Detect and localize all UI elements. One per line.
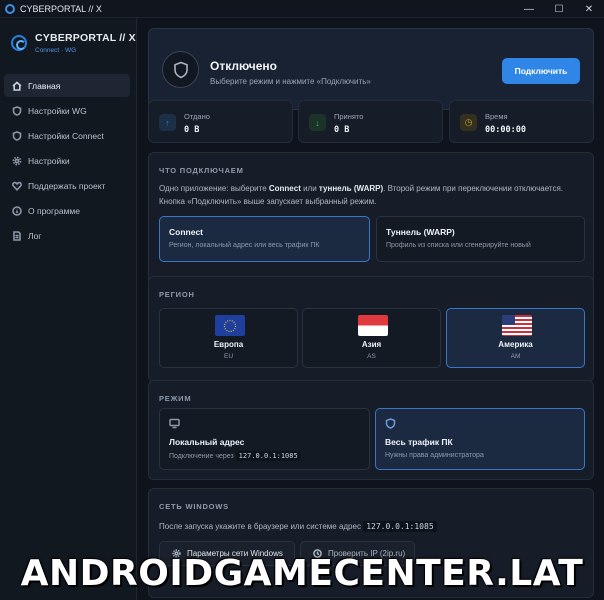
option-title: Локальный адрес xyxy=(169,437,245,447)
sidebar-item-about[interactable]: О программе xyxy=(4,199,130,222)
status-subtitle: Выберите режим и нажмите «Подключить» xyxy=(210,77,371,86)
sidebar-item-label: О программе xyxy=(28,205,81,216)
network-address-value: 127.0.0.1:1085 xyxy=(363,521,437,532)
option-title: Connect xyxy=(169,227,203,237)
sidebar-item-label: Настройки xyxy=(28,155,70,166)
section-title: РЕГИОН xyxy=(159,290,195,299)
option-subtitle: Профиль из списка или сгенерируйте новый xyxy=(386,242,531,249)
sidebar-item-connect-settings[interactable]: Настройки Connect xyxy=(4,124,130,147)
region-section: РЕГИОН Европа EU Азия AS Америка AM xyxy=(148,276,594,382)
sidebar-item-label: Поддержать проект xyxy=(28,180,106,191)
mode-all-traffic[interactable]: Весь трафик ПК Нужны права администратор… xyxy=(375,408,585,470)
region-code: AM xyxy=(510,353,521,360)
maximize-button[interactable]: ☐ xyxy=(544,0,574,18)
sidebar-item-label: Главная xyxy=(28,80,61,91)
sidebar-item-wg-settings[interactable]: Настройки WG xyxy=(4,99,130,122)
option-subtitle: Подключение через 127.0.0.1:1085 xyxy=(169,451,301,461)
sidebar: CYBERPORTAL // X Connect · WG Главная На… xyxy=(0,18,137,600)
region-america[interactable]: Америка AM xyxy=(446,308,585,368)
stat-value: 0 B xyxy=(184,125,200,135)
section-title: СЕТЬ WINDOWS xyxy=(159,502,229,511)
sidebar-item-home[interactable]: Главная xyxy=(4,74,130,97)
eu-flag-icon xyxy=(215,315,245,336)
log-icon xyxy=(13,230,21,241)
section-description: Одно приложение: выберите Connect или ту… xyxy=(159,184,564,206)
stat-sent: ↑ Отдано 0 B xyxy=(148,100,293,143)
stat-value: 00:00:00 xyxy=(485,125,526,135)
main-content: Отключено Выберите режим и нажмите «Подк… xyxy=(137,18,604,600)
brand-subtitle: Connect · WG xyxy=(35,47,77,54)
shield-icon xyxy=(12,105,22,116)
region-name: Европа xyxy=(213,340,244,349)
network-description: После запуска укажите в браузере или сис… xyxy=(159,520,589,533)
us-flag-icon xyxy=(502,315,532,336)
status-card: Отключено Выберите режим и нажмите «Подк… xyxy=(148,28,594,110)
arrow-up-icon: ↑ xyxy=(159,114,176,131)
info-icon xyxy=(12,205,22,216)
window-title: CYBERPORTAL // X xyxy=(20,3,102,14)
clock-icon: ◷ xyxy=(460,114,477,131)
home-icon xyxy=(12,80,22,91)
region-asia[interactable]: Азия AS xyxy=(302,308,441,368)
local-address-value: 127.0.0.1:1085 xyxy=(235,451,301,461)
region-code: EU xyxy=(223,353,234,360)
shield-icon xyxy=(12,130,22,141)
region-europe[interactable]: Европа EU xyxy=(159,308,298,368)
connect-button[interactable]: Подключить xyxy=(502,58,580,84)
sidebar-item-label: Лог xyxy=(28,230,42,241)
option-subtitle: Регион, локальный адрес или весь трафик … xyxy=(169,242,320,249)
region-name: Америка xyxy=(498,340,533,349)
what-section: ЧТО ПОДКЛЮЧАЕМ Одно приложение: выберите… xyxy=(148,152,594,288)
option-title: Туннель (WARP) xyxy=(386,227,455,237)
option-connect[interactable]: Connect Регион, локальный адрес или весь… xyxy=(159,216,370,262)
stat-label: Время xyxy=(485,112,508,121)
brand: CYBERPORTAL // X Connect · WG xyxy=(11,32,136,54)
stat-received: ↓ Принято 0 B xyxy=(298,100,443,143)
region-code: AS xyxy=(367,353,376,360)
stat-label: Принято xyxy=(334,112,364,121)
option-subtitle: Нужны права администратора xyxy=(385,452,484,459)
section-title: РЕЖИМ xyxy=(159,394,192,403)
monitor-icon xyxy=(169,418,180,429)
close-button[interactable]: ✕ xyxy=(574,0,604,18)
title-bar: CYBERPORTAL // X — ☐ ✕ xyxy=(0,0,604,18)
arrow-down-icon: ↓ xyxy=(309,114,326,131)
option-tunnel-warp[interactable]: Туннель (WARP) Профиль из списка или сге… xyxy=(376,216,585,262)
region-name: Азия xyxy=(361,340,382,349)
app-icon xyxy=(5,3,15,14)
brand-logo-icon xyxy=(11,35,27,51)
sidebar-item-label: Настройки WG xyxy=(28,105,87,116)
minimize-button[interactable]: — xyxy=(514,0,544,18)
gear-icon xyxy=(12,156,22,165)
mode-section: РЕЖИМ Локальный адрес Подключение через … xyxy=(148,380,594,480)
heart-icon xyxy=(12,181,22,191)
option-title: Весь трафик ПК xyxy=(385,437,453,447)
status-title: Отключено xyxy=(210,59,277,73)
shield-icon xyxy=(385,418,396,429)
sidebar-item-label: Настройки Connect xyxy=(28,130,104,141)
sidebar-nav: Главная Настройки WG Настройки Connect Н… xyxy=(4,74,130,249)
sidebar-item-settings[interactable]: Настройки xyxy=(4,149,130,172)
sidebar-item-log[interactable]: Лог xyxy=(4,224,130,247)
mode-local-address[interactable]: Локальный адрес Подключение через 127.0.… xyxy=(159,408,370,470)
shield-icon xyxy=(173,61,188,78)
watermark-text: ANDROIDGAMECENTER.LAT xyxy=(20,553,584,594)
status-shield xyxy=(162,51,199,88)
stat-value: 0 B xyxy=(334,125,350,135)
section-title: ЧТО ПОДКЛЮЧАЕМ xyxy=(159,166,244,175)
stat-time: ◷ Время 00:00:00 xyxy=(449,100,594,143)
sidebar-item-support[interactable]: Поддержать проект xyxy=(4,174,130,197)
brand-title: CYBERPORTAL // X xyxy=(35,32,136,44)
sg-flag-icon xyxy=(358,315,388,336)
stat-label: Отдано xyxy=(184,112,210,121)
